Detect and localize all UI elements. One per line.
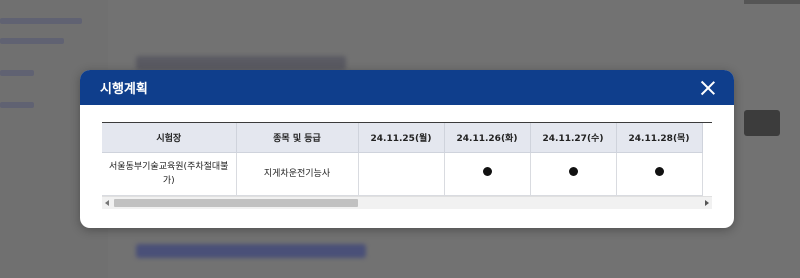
schedule-modal: 시행계획 시험장 종목 및 등급 24.11.25(월) 24.11.26(화)… bbox=[80, 70, 734, 228]
background-button bbox=[744, 110, 780, 136]
schedule-table-container: 시험장 종목 및 등급 24.11.25(월) 24.11.26(화) 24.1… bbox=[102, 122, 712, 209]
cell-date bbox=[530, 152, 617, 196]
sidebar-link bbox=[0, 70, 34, 76]
background-topbar bbox=[744, 0, 800, 4]
table-header-row: 시험장 종목 및 등급 24.11.25(월) 24.11.26(화) 24.1… bbox=[102, 123, 703, 153]
horizontal-scrollbar[interactable] bbox=[102, 196, 712, 209]
modal-header: 시행계획 bbox=[80, 70, 734, 105]
column-header-date: 24.11.26(화) bbox=[444, 123, 531, 153]
column-header-date: 24.11.25(월) bbox=[358, 123, 445, 153]
close-icon[interactable] bbox=[700, 80, 716, 96]
schedule-dot-icon bbox=[568, 167, 578, 176]
schedule-dot-icon bbox=[654, 167, 664, 176]
cell-item: 지게차운전기능사 bbox=[236, 152, 359, 196]
cell-date bbox=[444, 152, 531, 196]
scroll-right-arrow-icon[interactable] bbox=[703, 199, 711, 207]
background-heading-2 bbox=[136, 244, 366, 258]
cell-date bbox=[358, 152, 445, 196]
sidebar-link bbox=[0, 38, 64, 44]
schedule-dot-icon bbox=[482, 167, 492, 176]
sidebar-link bbox=[0, 18, 82, 24]
background-heading bbox=[136, 56, 346, 70]
column-header-date: 24.11.27(수) bbox=[530, 123, 617, 153]
cell-date bbox=[616, 152, 703, 196]
scroll-thumb[interactable] bbox=[114, 199, 358, 207]
schedule-table: 시험장 종목 및 등급 24.11.25(월) 24.11.26(화) 24.1… bbox=[102, 123, 703, 196]
column-header-date: 24.11.28(목) bbox=[616, 123, 703, 153]
modal-title: 시행계획 bbox=[100, 82, 148, 97]
column-header-site: 시험장 bbox=[102, 123, 237, 153]
column-header-item: 종목 및 등급 bbox=[236, 123, 359, 153]
table-row: 서울동부기술교육원(주차절대불가) 지게차운전기능사 bbox=[102, 152, 703, 196]
scroll-left-arrow-icon[interactable] bbox=[103, 199, 111, 207]
sidebar-link bbox=[0, 102, 34, 108]
cell-site: 서울동부기술교육원(주차절대불가) bbox=[102, 152, 237, 196]
